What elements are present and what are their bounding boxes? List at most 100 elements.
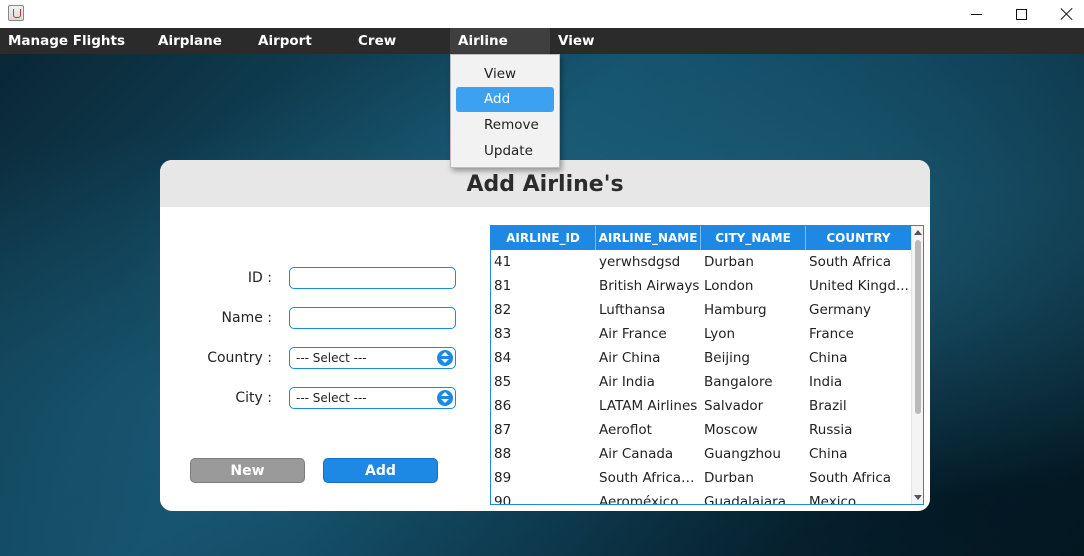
table-row[interactable]: 83 Air France Lyon France <box>491 322 911 346</box>
maximize-button[interactable] <box>998 0 1044 28</box>
city-label: City : <box>235 390 272 406</box>
add-button[interactable]: Add <box>323 458 438 483</box>
name-field[interactable] <box>289 307 456 329</box>
scroll-up-icon[interactable] <box>914 230 922 235</box>
cell-country: Russia <box>809 422 853 438</box>
table-row[interactable]: 85 Air India Bangalore India <box>491 370 911 394</box>
title-bar <box>0 0 1084 28</box>
minimize-icon <box>970 13 982 15</box>
table-row[interactable]: 90 Aeroméxico Guadalajara Mexico <box>491 490 911 505</box>
cell-country: South Africa <box>809 470 892 486</box>
table-row[interactable]: 41 yerwhsdgsd Durban South Africa <box>491 250 911 274</box>
column-header-country[interactable]: COUNTRY <box>806 226 911 250</box>
table-row[interactable]: 84 Air China Beijing China <box>491 346 911 370</box>
scroll-down-icon[interactable] <box>914 495 922 500</box>
country-select-value: --- Select --- <box>296 351 367 365</box>
minimize-button[interactable] <box>953 0 999 28</box>
cell-city-name: Durban <box>704 254 754 270</box>
cell-airline-name: Lufthansa <box>599 302 666 318</box>
cell-country: France <box>809 326 854 342</box>
airline-dropdown-menu: View Add Remove Update <box>450 54 560 168</box>
cell-airline-name: Air France <box>599 326 667 342</box>
dropdown-item-add[interactable]: Add <box>456 87 554 112</box>
cell-city-name: Durban <box>704 470 754 486</box>
cell-city-name: Beijing <box>704 350 750 366</box>
cell-airline-id: 82 <box>494 302 512 318</box>
dropdown-item-remove[interactable]: Remove <box>456 113 554 138</box>
table-row[interactable]: 82 Lufthansa Hamburg Germany <box>491 298 911 322</box>
cell-city-name: Salvador <box>704 398 764 414</box>
name-label: Name : <box>221 310 272 326</box>
country-select[interactable]: --- Select --- <box>289 347 456 369</box>
cell-country: China <box>809 446 848 462</box>
cell-airline-id: 87 <box>494 422 512 438</box>
id-label: ID : <box>247 270 272 286</box>
scroll-thumb[interactable] <box>915 240 921 414</box>
add-airline-panel: Add Airline's ID : Name : Country : --- … <box>160 160 930 511</box>
cell-country: China <box>809 350 848 366</box>
city-select[interactable]: --- Select --- <box>289 387 456 409</box>
cell-airline-name: Aeroflot <box>599 422 652 438</box>
select-arrows-icon <box>437 390 453 406</box>
menu-airline[interactable]: Airline <box>450 28 550 54</box>
cell-city-name: Hamburg <box>704 302 767 318</box>
table-header: AIRLINE_ID AIRLINE_NAME CITY_NAME COUNTR… <box>491 226 911 250</box>
cell-airline-id: 83 <box>494 326 512 342</box>
cell-city-name: London <box>704 278 754 294</box>
dropdown-item-update[interactable]: Update <box>456 139 554 164</box>
column-header-city-name[interactable]: CITY_NAME <box>701 226 806 250</box>
cell-airline-name: Air China <box>599 350 661 366</box>
close-icon <box>1060 7 1074 21</box>
menu-bar: Manage Flights Airplane Airport Crew Air… <box>0 28 1084 54</box>
country-label: Country : <box>207 350 272 366</box>
cell-airline-name: South African ... <box>599 470 701 486</box>
cell-airline-id: 41 <box>494 254 512 270</box>
table-scrollbar[interactable] <box>911 226 923 504</box>
cell-airline-id: 88 <box>494 446 512 462</box>
cell-airline-id: 84 <box>494 350 512 366</box>
column-header-airline-id[interactable]: AIRLINE_ID <box>491 226 596 250</box>
menu-view[interactable]: View <box>550 28 602 54</box>
table-row[interactable]: 86 LATAM Airlines Salvador Brazil <box>491 394 911 418</box>
new-button[interactable]: New <box>190 458 305 483</box>
menu-manage-flights[interactable]: Manage Flights <box>0 28 133 54</box>
cell-airline-name: yerwhsdgsd <box>599 254 681 270</box>
cell-city-name: Lyon <box>704 326 736 342</box>
table-body: 41 yerwhsdgsd Durban South Africa 81 Bri… <box>491 250 911 505</box>
table-row[interactable]: 89 South African ... Durban South Africa <box>491 466 911 490</box>
maximize-icon <box>1015 8 1027 20</box>
select-arrows-icon <box>437 350 453 366</box>
cell-city-name: Guadalajara <box>704 494 787 505</box>
cell-airline-name: British Airways <box>599 278 700 294</box>
cell-airline-id: 89 <box>494 470 512 486</box>
cell-airline-id: 85 <box>494 374 512 390</box>
menu-airport[interactable]: Airport <box>250 28 320 54</box>
table-row[interactable]: 81 British Airways London United Kingd..… <box>491 274 911 298</box>
cell-country: Germany <box>809 302 872 318</box>
menu-airplane[interactable]: Airplane <box>150 28 230 54</box>
cell-airline-name: Aeroméxico <box>599 494 679 505</box>
table-row[interactable]: 87 Aeroflot Moscow Russia <box>491 418 911 442</box>
cell-city-name: Moscow <box>704 422 758 438</box>
cell-city-name: Bangalore <box>704 374 773 390</box>
cell-airline-name: Air India <box>599 374 655 390</box>
cell-country: Mexico <box>809 494 857 505</box>
id-field[interactable] <box>289 267 456 289</box>
cell-airline-id: 81 <box>494 278 512 294</box>
cell-airline-id: 90 <box>494 494 512 505</box>
city-select-value: --- Select --- <box>296 391 367 405</box>
cell-country: India <box>809 374 843 390</box>
cell-airline-id: 86 <box>494 398 512 414</box>
menu-crew[interactable]: Crew <box>350 28 404 54</box>
dropdown-item-view[interactable]: View <box>456 62 554 87</box>
cell-airline-name: Air Canada <box>599 446 674 462</box>
airline-table: AIRLINE_ID AIRLINE_NAME CITY_NAME COUNTR… <box>490 225 924 505</box>
column-header-airline-name[interactable]: AIRLINE_NAME <box>596 226 701 250</box>
java-cup-icon <box>8 5 24 21</box>
cell-country: Brazil <box>809 398 847 414</box>
cell-country: South Africa <box>809 254 892 270</box>
cell-airline-name: LATAM Airlines <box>599 398 698 414</box>
close-button[interactable] <box>1044 0 1084 28</box>
table-row[interactable]: 88 Air Canada Guangzhou China <box>491 442 911 466</box>
cell-city-name: Guangzhou <box>704 446 781 462</box>
